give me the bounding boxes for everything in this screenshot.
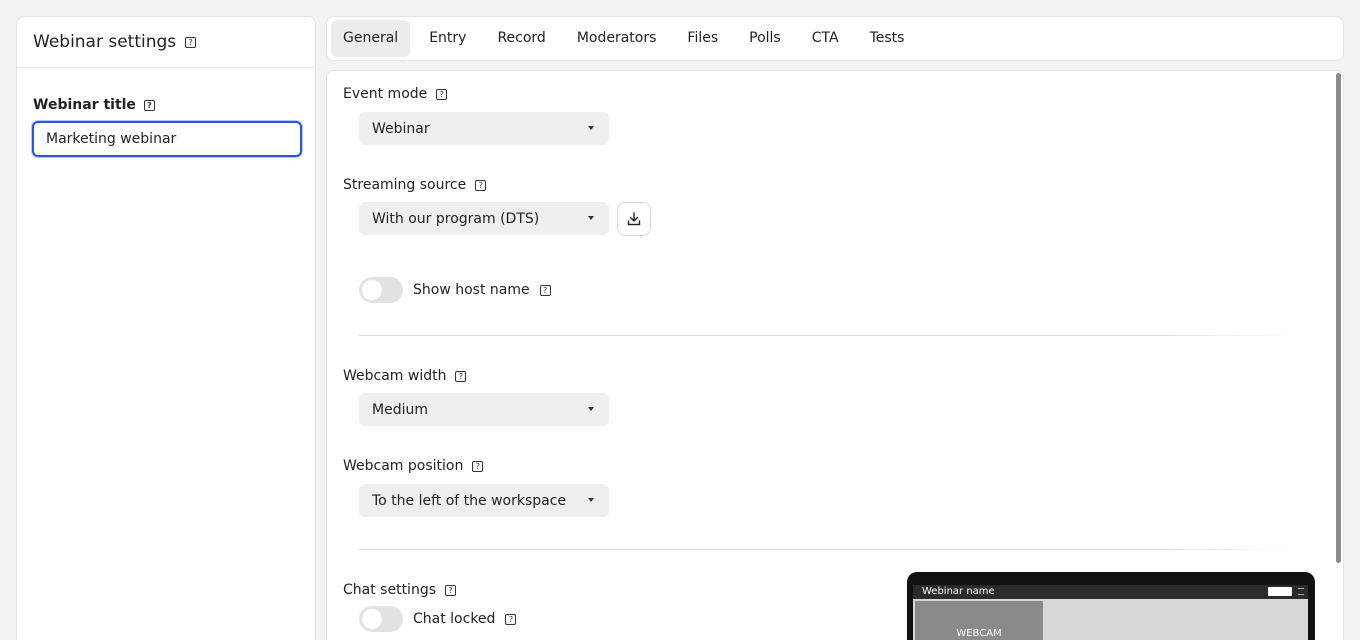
settings-sidebar: Webinar settings ? Webinar title ? (16, 16, 316, 640)
event-mode-value: Webinar (372, 120, 430, 137)
webinar-title-input[interactable] (32, 121, 302, 157)
download-program-button[interactable] (617, 202, 651, 236)
streaming-source-label-text: Streaming source (343, 177, 467, 193)
help-icon[interactable]: ? (539, 284, 551, 296)
help-icon[interactable]: ? (475, 179, 487, 191)
caret-down-icon (588, 126, 594, 130)
webcam-position-select[interactable]: To the left of the workspace (359, 484, 609, 517)
chat-locked-row: Chat locked ? (359, 606, 517, 632)
webcam-position-label-text: Webcam position (343, 458, 464, 474)
layout-preview: Webinar name WEBCAM (907, 572, 1315, 640)
preview-topbar: Webinar name (913, 585, 1308, 599)
settings-tabs: General Entry Record Moderators Files Po… (326, 16, 1344, 61)
help-icon[interactable]: ? (455, 370, 467, 382)
preview-button (1268, 587, 1292, 596)
show-host-name-toggle[interactable] (359, 277, 403, 303)
tab-moderators[interactable]: Moderators (565, 20, 669, 57)
tab-polls[interactable]: Polls (737, 20, 793, 57)
webinar-title-label-text: Webinar title (33, 97, 136, 113)
streaming-source-value: With our program (DTS) (372, 210, 540, 227)
preview-webcam: WEBCAM (915, 601, 1043, 640)
tab-cta[interactable]: CTA (800, 20, 851, 57)
tab-record[interactable]: Record (485, 20, 557, 57)
general-settings-panel: Event mode ? Webinar Streaming source ? … (326, 70, 1344, 640)
show-host-name-row: Show host name ? (359, 277, 551, 303)
tab-general[interactable]: General (331, 20, 411, 57)
sidebar-title: Webinar settings (33, 32, 177, 52)
preview-webinar-name: Webinar name (922, 586, 995, 597)
caret-down-icon (588, 498, 594, 502)
webcam-width-label: Webcam width ? (343, 368, 467, 384)
webcam-width-value: Medium (372, 401, 428, 418)
preview-screen: Webinar name WEBCAM (913, 585, 1308, 640)
chat-locked-toggle[interactable] (359, 606, 403, 632)
help-icon[interactable]: ? (185, 36, 197, 48)
webinar-title-label: Webinar title ? (33, 97, 155, 113)
webcam-width-select[interactable]: Medium (359, 393, 609, 426)
webcam-position-label: Webcam position ? (343, 458, 484, 474)
divider (359, 335, 1299, 336)
tab-files[interactable]: Files (675, 20, 730, 57)
help-icon[interactable]: ? (436, 88, 448, 100)
download-icon (627, 212, 641, 226)
streaming-source-label: Streaming source ? (343, 177, 487, 193)
help-icon[interactable]: ? (505, 613, 517, 625)
help-icon[interactable]: ? (472, 460, 484, 472)
streaming-source-select[interactable]: With our program (DTS) (359, 202, 609, 235)
tab-tests[interactable]: Tests (858, 20, 917, 57)
event-mode-label-text: Event mode (343, 86, 428, 102)
webcam-width-label-text: Webcam width (343, 368, 447, 384)
toggle-knob (362, 609, 382, 629)
show-host-name-label: Show host name (413, 282, 530, 298)
help-icon[interactable]: ? (143, 99, 155, 111)
toggle-knob (362, 280, 382, 300)
chat-settings-label-text: Chat settings (343, 582, 436, 598)
caret-down-icon (588, 216, 594, 220)
event-mode-select[interactable]: Webinar (359, 112, 609, 145)
event-mode-label: Event mode ? (343, 86, 448, 102)
chat-locked-label: Chat locked (413, 611, 496, 627)
chat-settings-label: Chat settings ? (343, 582, 456, 598)
scrollbar[interactable] (1336, 73, 1341, 563)
help-icon[interactable]: ? (445, 584, 456, 596)
sidebar-header: Webinar settings ? (17, 17, 315, 68)
menu-icon (1298, 588, 1304, 595)
caret-down-icon (588, 407, 594, 411)
divider (359, 549, 1299, 550)
webcam-position-value: To the left of the workspace (372, 492, 567, 509)
tab-entry[interactable]: Entry (417, 20, 478, 57)
